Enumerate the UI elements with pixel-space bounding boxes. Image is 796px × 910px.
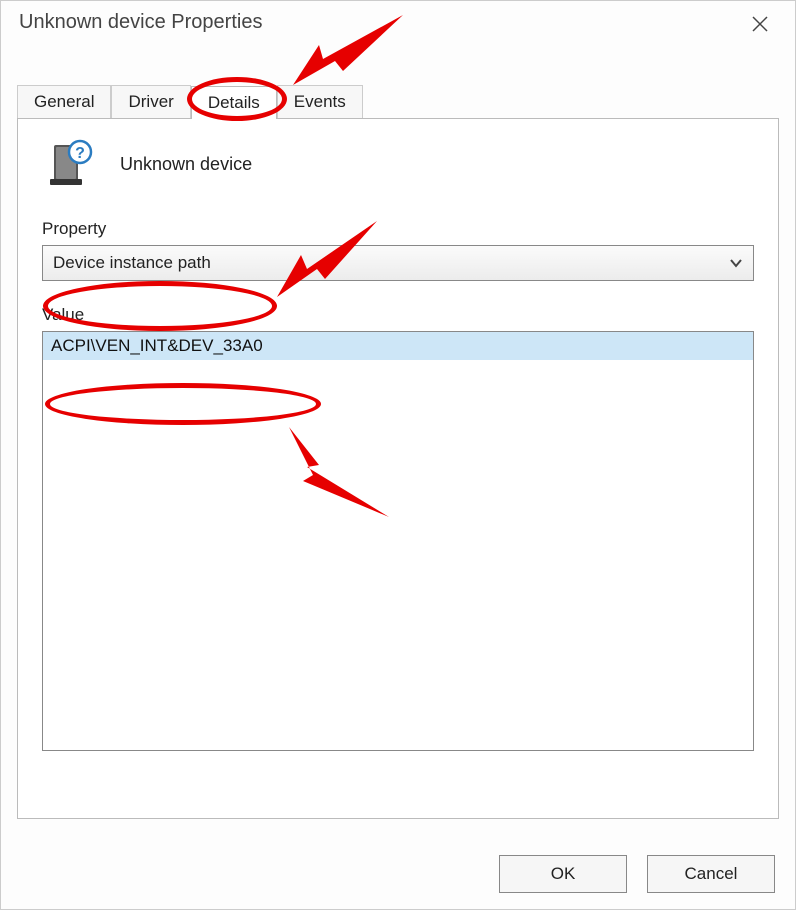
- tab-row: General Driver Details Events: [17, 83, 779, 119]
- chevron-down-icon: [729, 255, 743, 271]
- window-title: Unknown device Properties: [19, 11, 262, 34]
- property-dropdown-value: Device instance path: [53, 253, 211, 273]
- tab-driver[interactable]: Driver: [111, 85, 190, 118]
- properties-dialog: Unknown device Properties General Driver…: [0, 0, 796, 910]
- cancel-button[interactable]: Cancel: [647, 855, 775, 893]
- tab-general[interactable]: General: [17, 85, 111, 118]
- close-button[interactable]: [743, 11, 777, 41]
- property-dropdown[interactable]: Device instance path: [42, 245, 754, 281]
- tab-details[interactable]: Details: [191, 86, 277, 119]
- value-listbox[interactable]: ACPI\VEN_INT&DEV_33A0: [42, 331, 754, 751]
- tab-content-details: ? Unknown device Property Device instanc…: [17, 119, 779, 819]
- svg-text:?: ?: [75, 145, 85, 162]
- dialog-buttons: OK Cancel: [499, 855, 775, 893]
- ok-button[interactable]: OK: [499, 855, 627, 893]
- device-name: Unknown device: [120, 154, 252, 175]
- value-line[interactable]: ACPI\VEN_INT&DEV_33A0: [43, 332, 753, 360]
- property-label: Property: [42, 219, 754, 239]
- titlebar: Unknown device Properties: [1, 1, 795, 59]
- close-icon: [751, 15, 769, 33]
- device-header: ? Unknown device: [46, 139, 754, 189]
- tab-events[interactable]: Events: [277, 85, 363, 118]
- device-icon: ?: [46, 139, 96, 189]
- value-label: Value: [42, 305, 754, 325]
